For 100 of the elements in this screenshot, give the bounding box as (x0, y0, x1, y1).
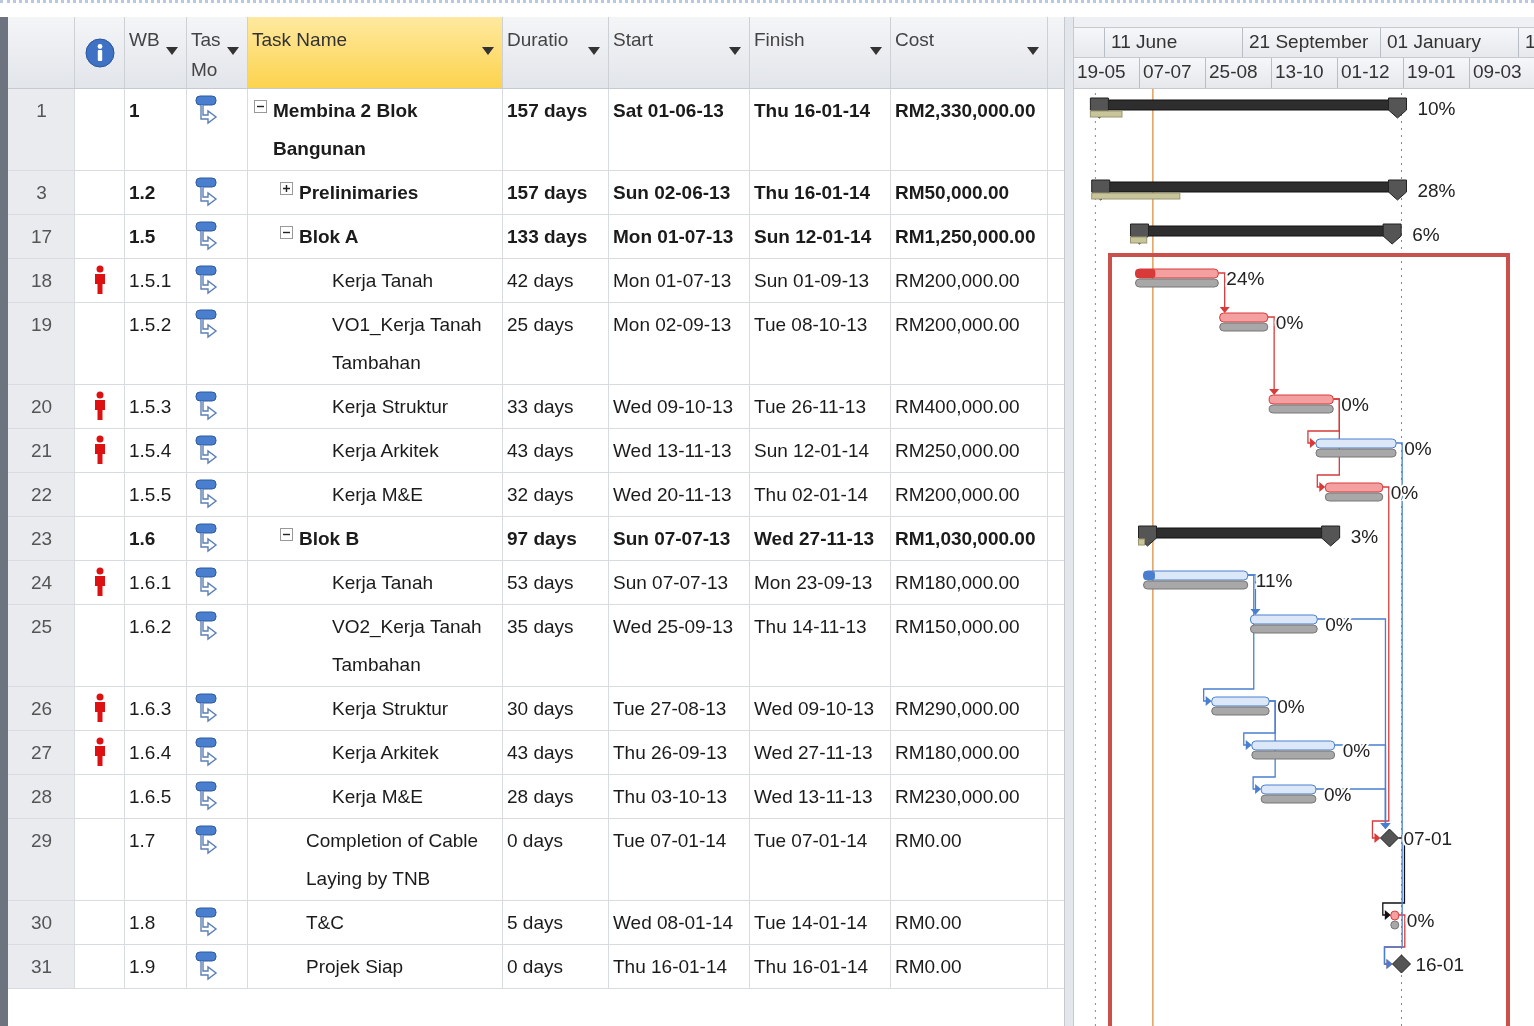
task-bar[interactable] (1390, 910, 1400, 930)
finish-date: Tue 14-01-14 (754, 912, 868, 933)
finish-date: Sun 12-01-14 (754, 226, 872, 247)
duration: 0 days (507, 956, 563, 977)
column-header[interactable]: Finish (750, 17, 891, 88)
task-bar[interactable] (1315, 438, 1397, 458)
column-header[interactable]: Task Name (248, 17, 503, 88)
wbs-number: 1.7 (129, 830, 156, 851)
row-number[interactable]: 24 (8, 561, 75, 604)
caret-icon[interactable] (166, 47, 178, 55)
cost: RM1,030,000.00 (895, 528, 1036, 549)
caret-icon[interactable] (1027, 47, 1039, 55)
cost: RM0.00 (895, 912, 962, 933)
summary-bar[interactable] (1089, 97, 1407, 119)
row-number[interactable]: 25 (8, 605, 75, 686)
column-header[interactable]: Cost (891, 17, 1048, 88)
wbs-number: 1.6.2 (129, 616, 172, 637)
cost: RM200,000.00 (895, 270, 1020, 291)
progress-label: 10% (1417, 98, 1456, 119)
cost: RM250,000.00 (895, 440, 1020, 461)
row-number[interactable]: 23 (8, 517, 75, 560)
milestone-diamond[interactable] (1379, 828, 1399, 848)
task-name: Kerja Arkitek (332, 439, 439, 463)
start-date: Wed 08-01-14 (613, 912, 734, 933)
column-header[interactable]: Start (609, 17, 750, 88)
summary-bar[interactable] (1091, 179, 1407, 201)
caret-icon[interactable] (729, 47, 741, 55)
minus-box-icon[interactable] (254, 100, 267, 113)
cost: RM200,000.00 (895, 314, 1020, 335)
duration: 35 days (507, 616, 574, 637)
start-date: Wed 13-11-13 (613, 440, 732, 461)
row-number[interactable]: 1 (8, 89, 75, 170)
start-date: Thu 26-09-13 (613, 742, 728, 763)
caret-icon[interactable] (588, 47, 600, 55)
task-name: Membina 2 Blok Bangunan (273, 99, 419, 161)
task-bar[interactable] (1324, 482, 1384, 502)
task-bar[interactable] (1260, 784, 1317, 804)
duration: 5 days (507, 912, 563, 933)
task-bar[interactable] (1135, 268, 1219, 288)
row-number[interactable]: 3 (8, 171, 75, 214)
start-date: Wed 25-09-13 (613, 616, 734, 637)
task-bar[interactable] (1249, 614, 1318, 634)
row-number[interactable]: 19 (8, 303, 75, 384)
wbs-number: 1.9 (129, 956, 156, 977)
timescale-label: 07-07 (1140, 58, 1206, 88)
row-number[interactable]: 20 (8, 385, 75, 428)
task-bar[interactable] (1268, 394, 1334, 414)
task-name: Blok B (299, 527, 360, 551)
duration: 97 days (507, 528, 577, 549)
task-bar[interactable] (1143, 570, 1249, 590)
task-bar[interactable] (1219, 312, 1269, 332)
wbs-number: 1.5.4 (129, 440, 172, 461)
caret-icon[interactable] (482, 47, 494, 55)
summary-bar[interactable] (1138, 525, 1341, 547)
progress-label: 0% (1404, 438, 1432, 459)
task-name: Kerja Struktur (332, 697, 449, 721)
column-header[interactable]: Duratio (503, 17, 609, 88)
minus-box-icon[interactable] (280, 226, 293, 239)
wbs-number: 1.6.3 (129, 698, 172, 719)
column-header[interactable]: WB (125, 17, 187, 88)
start-date: Wed 09-10-13 (613, 396, 734, 417)
row-number[interactable]: 28 (8, 775, 75, 818)
plus-box-icon[interactable] (280, 182, 293, 195)
finish-date: Sun 01-09-13 (754, 270, 870, 291)
row-number[interactable]: 27 (8, 731, 75, 774)
progress-label: 0% (1325, 614, 1353, 635)
summary-bar[interactable] (1130, 223, 1402, 245)
wbs-number: 1.6.4 (129, 742, 172, 763)
start-date: Sun 07-07-13 (613, 572, 729, 593)
task-bar[interactable] (1251, 740, 1336, 760)
milestone-diamond[interactable] (1392, 954, 1411, 974)
cost: RM290,000.00 (895, 698, 1020, 719)
wbs-number: 1.6.1 (129, 572, 172, 593)
start-date: Sun 02-06-13 (613, 182, 731, 203)
progress-label: 28% (1417, 180, 1456, 201)
minus-box-icon[interactable] (280, 528, 293, 541)
duration: 32 days (507, 484, 574, 505)
task-name: Blok A (299, 225, 359, 249)
row-number[interactable]: 21 (8, 429, 75, 472)
row-number[interactable]: 18 (8, 259, 75, 302)
caret-icon[interactable] (227, 47, 239, 55)
progress-label: 16-01 (1415, 954, 1465, 975)
task-bar[interactable] (1211, 696, 1270, 716)
cost: RM2,330,000.00 (895, 100, 1036, 121)
info-icon (84, 37, 115, 68)
row-number[interactable]: 26 (8, 687, 75, 730)
caret-icon[interactable] (870, 47, 882, 55)
wbs-number: 1.5.2 (129, 314, 172, 335)
finish-date: Wed 27-11-13 (754, 528, 875, 549)
row-number[interactable]: 29 (8, 819, 75, 900)
row-number[interactable]: 17 (8, 215, 75, 258)
row-number[interactable]: 30 (8, 901, 75, 944)
finish-date: Tue 26-11-13 (754, 396, 866, 417)
duration: 133 days (507, 226, 588, 247)
start-date: Thu 16-01-14 (613, 956, 728, 977)
row-number[interactable]: 31 (8, 945, 75, 988)
row-number[interactable]: 22 (8, 473, 75, 516)
task-name: Kerja M&E (332, 785, 423, 809)
wbs-number: 1.5.1 (129, 270, 172, 291)
duration: 0 days (507, 830, 563, 851)
